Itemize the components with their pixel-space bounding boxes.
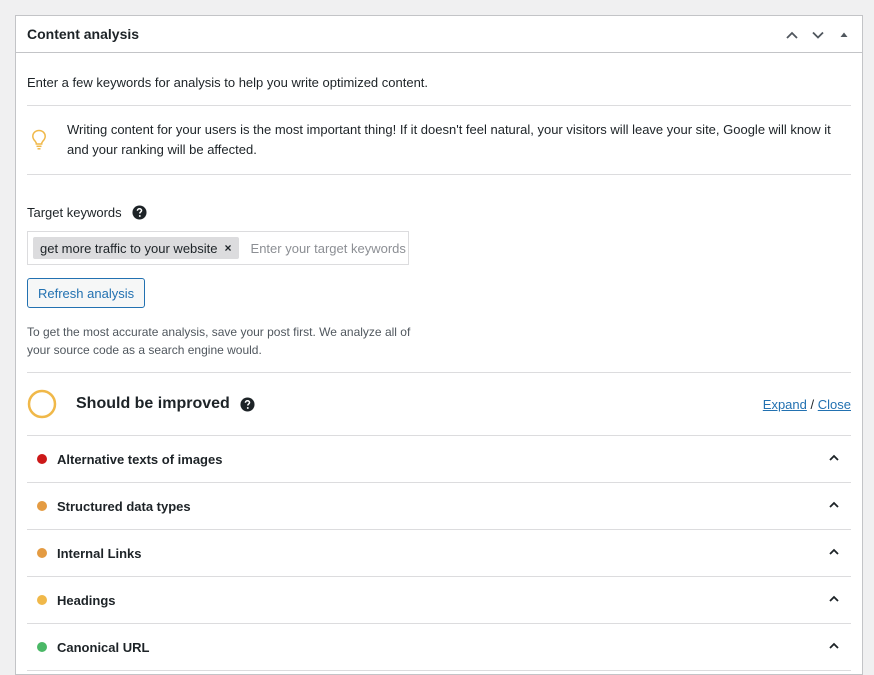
expand-close-links: Expand / Close — [763, 397, 851, 412]
score-ring-icon — [27, 389, 57, 419]
question-circle-icon — [132, 204, 147, 220]
keyword-text-field[interactable] — [250, 240, 421, 256]
chevron-up-icon — [829, 595, 839, 602]
target-keywords-label: Target keywords — [27, 204, 122, 220]
refresh-analysis-button[interactable]: Refresh analysis — [27, 278, 146, 308]
keyword-tag: get more traffic to your website × — [33, 237, 239, 259]
tip-text: Writing content for your users is the mo… — [67, 122, 831, 157]
content-analysis-panel: Content analysis Enter a few keywords fo… — [15, 15, 863, 675]
status-green-icon — [37, 642, 47, 652]
chevron-down-icon — [812, 31, 824, 39]
close-link[interactable]: Close — [818, 397, 851, 412]
panel-controls — [782, 16, 854, 53]
item-label: Canonical URL — [57, 639, 150, 655]
status-orange-icon — [37, 501, 47, 511]
move-down-button[interactable] — [808, 25, 828, 45]
list-item[interactable]: Canonical URL — [27, 623, 851, 670]
list-item[interactable]: Internal Links — [27, 529, 851, 576]
tip-notice: Writing content for your users is the mo… — [27, 106, 851, 174]
chevron-up-icon — [829, 642, 839, 649]
item-label: Headings — [57, 592, 116, 608]
expand-link[interactable]: Expand — [763, 397, 807, 412]
panel-content: Enter a few keywords for analysis to hel… — [27, 53, 851, 671]
should-be-improved-header: Should be improved Expand / Close — [27, 373, 851, 435]
item-label: Alternative texts of images — [57, 451, 223, 467]
chevron-up-icon — [829, 548, 839, 555]
list-item[interactable]: Headings — [27, 576, 851, 623]
triangle-up-icon — [840, 32, 848, 37]
chevron-up-icon — [786, 31, 798, 39]
link-separator: / — [810, 397, 815, 412]
status-red-icon — [37, 454, 47, 464]
panel-title: Content analysis — [27, 26, 140, 42]
target-keywords-label-row: Target keywords — [27, 203, 851, 221]
status-orange-icon — [37, 548, 47, 558]
chevron-up-icon — [829, 454, 839, 461]
target-keywords-input[interactable]: get more traffic to your website × — [27, 231, 421, 265]
divider — [27, 174, 851, 175]
chevron-up-icon — [829, 501, 839, 508]
divider — [27, 670, 851, 671]
panel-header: Content analysis — [16, 16, 862, 53]
move-up-button[interactable] — [782, 25, 802, 45]
lightbulb-icon — [32, 129, 46, 150]
question-circle-icon — [240, 396, 255, 412]
list-item[interactable]: Alternative texts of images — [27, 435, 851, 482]
item-label: Internal Links — [57, 545, 142, 561]
intro-text: Enter a few keywords for analysis to hel… — [27, 75, 429, 90]
keyword-tag-text: get more traffic to your website — [40, 240, 218, 256]
status-yellow-icon — [37, 595, 47, 605]
save-post-note: To get the most accurate analysis, save … — [27, 325, 411, 357]
improve-help-button[interactable] — [240, 396, 255, 412]
keywords-help-button[interactable] — [132, 204, 147, 220]
list-item[interactable]: Structured data types — [27, 482, 851, 529]
toggle-panel-button[interactable] — [834, 25, 854, 45]
remove-keyword-button[interactable]: × — [225, 241, 232, 255]
item-label: Structured data types — [57, 498, 191, 514]
should-be-improved-title: Should be improved — [76, 395, 230, 412]
